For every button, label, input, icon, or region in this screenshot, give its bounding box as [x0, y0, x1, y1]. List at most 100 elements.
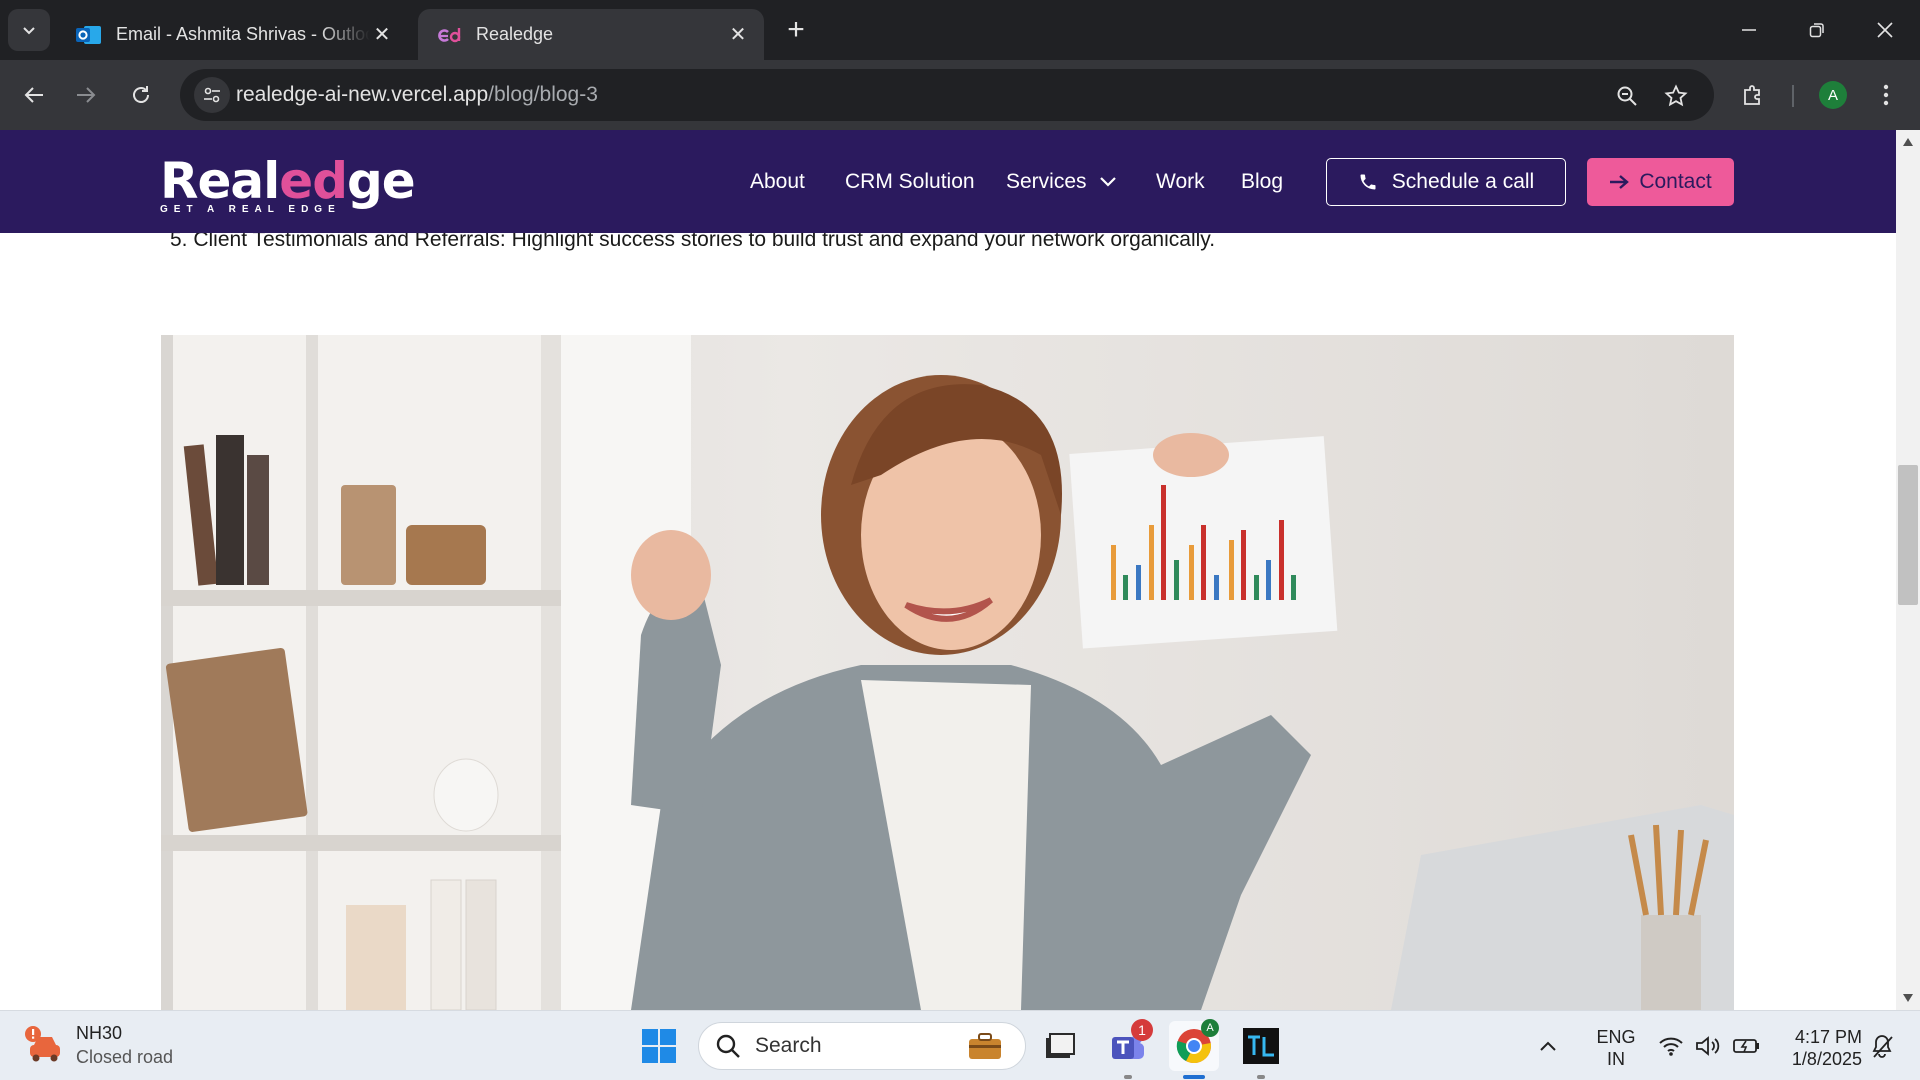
nav-services[interactable]: Services [1006, 170, 1117, 194]
logo-wordmark: Realedge [160, 152, 416, 210]
star-icon [1664, 84, 1688, 107]
restore-button[interactable] [1794, 8, 1840, 52]
arrow-right-icon [77, 87, 96, 103]
url-host: realedge-ai-new.vercel.app [236, 83, 489, 106]
outlook-icon [76, 25, 101, 44]
taskbar: NH30 Closed road Search 1 A ENG IN 4:17 … [0, 1010, 1920, 1080]
schedule-call-label: Schedule a call [1391, 170, 1535, 193]
clock[interactable]: 4:17 PM 1/8/2025 [1776, 1026, 1862, 1070]
close-tab-icon[interactable]: ✕ [370, 23, 394, 47]
clock-time: 4:17 PM [1794, 1027, 1862, 1047]
weather-widget[interactable]: NH30 Closed road [24, 1021, 173, 1069]
wifi-icon [1659, 1037, 1683, 1056]
briefcase-icon [969, 1033, 1001, 1059]
toolbar-divider [1792, 85, 1794, 107]
tl-app-icon [1243, 1028, 1279, 1064]
contact-button[interactable]: Contact [1587, 158, 1734, 206]
page-viewport: 5. Client Testimonials and Referrals: Hi… [0, 130, 1896, 1010]
wifi-button[interactable] [1654, 1021, 1688, 1071]
back-button[interactable] [14, 75, 54, 115]
tl-app[interactable] [1236, 1021, 1286, 1071]
nav-services-label: Services [1006, 170, 1087, 193]
show-hidden-icons-button[interactable] [1533, 1021, 1563, 1071]
minimize-icon [1742, 29, 1756, 31]
site-header: Realedge GET A REAL EDGE About CRM Solut… [0, 130, 1896, 233]
nav-crm-solution[interactable]: CRM Solution [845, 170, 975, 194]
tab-realedge[interactable]: Realedge ✕ [418, 9, 764, 60]
realedge-favicon-icon [438, 27, 461, 42]
scrollbar-thumb[interactable] [1898, 465, 1918, 605]
nav-about[interactable]: About [750, 170, 805, 194]
clock-date: 1/8/2025 [1791, 1049, 1862, 1069]
reload-icon [133, 86, 149, 103]
arrow-right-icon [1610, 175, 1630, 189]
url-path: /blog/blog-3 [488, 83, 598, 106]
avatar: A [1819, 81, 1847, 109]
search-icon [716, 1034, 740, 1058]
site-info-button[interactable] [194, 77, 230, 113]
address-bar[interactable]: realedge-ai-new.vercel.app/blog/blog-3 [180, 69, 1714, 121]
battery-charging-icon [1733, 1039, 1759, 1053]
notifications-button[interactable] [1864, 1021, 1900, 1071]
zoom-button[interactable] [1612, 81, 1642, 111]
chrome-profile-badge: A [1201, 1019, 1219, 1037]
nav-work[interactable]: Work [1156, 170, 1205, 194]
teams-badge: 1 [1131, 1019, 1153, 1041]
bookmark-button[interactable] [1661, 81, 1691, 111]
volume-icon [1696, 1036, 1720, 1056]
search-label: Search [755, 1034, 822, 1057]
restore-icon [1809, 23, 1824, 38]
chrome-active-indicator [1183, 1075, 1205, 1079]
logo-tagline: GET A REAL EDGE [160, 204, 341, 215]
new-tab-button[interactable]: + [780, 13, 812, 46]
language-region: IN [1607, 1049, 1625, 1069]
tune-icon [204, 87, 220, 103]
task-view-button[interactable] [1035, 1021, 1085, 1071]
nav-blog[interactable]: Blog [1241, 170, 1283, 194]
url-text[interactable]: realedge-ai-new.vercel.app/blog/blog-3 [236, 83, 598, 107]
chrome-app[interactable]: A [1169, 1019, 1219, 1071]
close-window-button[interactable] [1862, 8, 1908, 52]
language-indicator[interactable]: ENG IN [1594, 1026, 1638, 1070]
tab-title: Realedge [476, 24, 554, 44]
taskbar-search[interactable]: Search [698, 1022, 1026, 1070]
scroll-up-arrow[interactable] [1900, 134, 1916, 150]
teams-app[interactable]: 1 [1103, 1019, 1153, 1071]
puzzle-icon [1744, 85, 1760, 105]
tab-strip: Email - Ashmita Shrivas - Outlook ✕ Real… [0, 0, 1920, 60]
extensions-button[interactable] [1735, 77, 1771, 113]
phone-icon [1360, 174, 1376, 190]
more-vert-icon [1883, 84, 1889, 106]
language-code: ENG [1596, 1027, 1636, 1047]
triangle-up-icon [1903, 138, 1913, 146]
chevron-down-icon [23, 27, 35, 35]
weather-title: NH30 [76, 1023, 123, 1043]
profile-button[interactable]: A [1815, 77, 1851, 113]
triangle-down-icon [1903, 994, 1913, 1002]
zoom-icon [1617, 86, 1637, 106]
volume-button[interactable] [1692, 1021, 1726, 1071]
reload-button[interactable] [121, 75, 161, 115]
contact-label: Contact [1639, 170, 1712, 193]
task-view-icon [1046, 1033, 1075, 1058]
forward-button[interactable] [66, 75, 106, 115]
weather-subtitle: Closed road [76, 1047, 174, 1067]
close-tab-icon[interactable]: ✕ [726, 23, 750, 47]
tab-search-button[interactable] [8, 9, 50, 51]
blog-hero-image [161, 335, 1734, 1010]
tab-title: Email - Ashmita Shrivas - Outlook [116, 24, 370, 44]
tab-outlook[interactable]: Email - Ashmita Shrivas - Outlook ✕ [58, 9, 408, 60]
teams-running-indicator [1124, 1075, 1132, 1079]
traffic-alert-icon [25, 1026, 60, 1062]
minimize-button[interactable] [1726, 8, 1772, 52]
realedge-logo[interactable]: Realedge GET A REAL EDGE [160, 152, 416, 216]
browser-menu-button[interactable] [1868, 77, 1904, 113]
close-icon [1877, 22, 1893, 38]
notification-bell-icon [1872, 1035, 1893, 1058]
scroll-down-arrow[interactable] [1900, 990, 1916, 1006]
start-button[interactable] [634, 1021, 684, 1071]
battery-button[interactable] [1730, 1021, 1764, 1071]
schedule-call-button[interactable]: Schedule a call [1326, 158, 1566, 206]
tl-running-indicator [1257, 1075, 1265, 1079]
hero-illustration [161, 335, 1734, 1010]
